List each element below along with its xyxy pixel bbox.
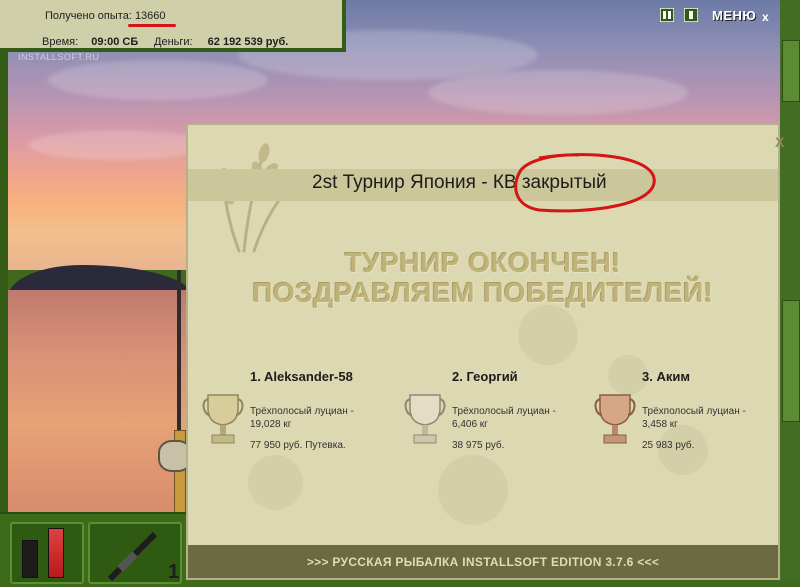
red-circle-annotation (514, 153, 656, 213)
xp-row: Получено опыта: 13660 (45, 10, 166, 22)
dialog-close-button[interactable]: X (775, 134, 784, 150)
tournament-results-dialog: X 2st Турнир Япония - КВ закрытый ТУРНИР… (186, 123, 784, 580)
winner-prize: 38 975 руб. (452, 440, 505, 451)
pause-button[interactable] (659, 7, 675, 23)
winner-prize: 77 950 руб. Путевка. (250, 440, 346, 451)
time-row: Время: 09:00 СБ (42, 36, 138, 48)
svg-text:1: 1 (168, 561, 179, 582)
tournament-finished-headline: ТУРНИР ОКОНЧЕН! (344, 247, 622, 278)
bronze-cup-icon (594, 394, 636, 444)
money-label: Деньги: (154, 36, 193, 48)
time-value: 09:00 СБ (91, 36, 139, 48)
player-info-panel: Получено опыта: 13660 Время: 09:00 СБ Де… (0, 0, 346, 52)
line-tension-meter (22, 540, 38, 578)
winner-name: 1. Aleksander-58 (250, 369, 353, 384)
winner-prize: 25 983 руб. (642, 440, 695, 451)
winner-name: 2. Георгий (452, 369, 518, 384)
money-value: 62 192 539 руб. (207, 36, 289, 48)
watermark: INSTALLSOFT.RU (18, 52, 100, 62)
tension-meter-box (10, 522, 84, 584)
rod-slot-icon: 1 (107, 531, 179, 583)
gold-cup-icon (202, 394, 244, 444)
lake-water (8, 290, 193, 512)
congratulations-headline: ПОЗДРАВЛЯЕМ ПОБЕДИТЕЛЕЙ! (252, 277, 714, 308)
pause-icon (659, 7, 675, 23)
xp-annotation-underline (128, 24, 176, 27)
winner-name: 3. Аким (642, 369, 690, 384)
menu-button[interactable]: МЕНЮ (712, 8, 756, 23)
money-row: Деньги: 62 192 539 руб. (154, 36, 288, 48)
time-label: Время: (42, 36, 79, 48)
silver-cup-icon (404, 394, 446, 444)
window-close-button[interactable]: x (762, 10, 769, 24)
winner-fish: Трёхполосый луциан - 3,458 кг (642, 406, 746, 430)
game-version-footer: >>> РУССКАЯ РЫБАЛКА INSTALLSOFT EDITION … (306, 555, 660, 569)
rod-slot[interactable]: 1 (88, 522, 182, 584)
xp-label: Получено опыта: (45, 10, 132, 22)
reel-load-meter (48, 528, 64, 578)
help-icon (683, 7, 699, 23)
help-button[interactable] (683, 7, 699, 23)
xp-value: 13660 (134, 10, 166, 22)
right-panel (780, 0, 800, 580)
bottom-toolbar: 1 (0, 512, 186, 584)
left-frame (0, 0, 8, 580)
winner-fish: Трёхполосый луциан - 19,028 кг (250, 406, 354, 430)
winner-fish: Трёхполосый луциан - 6,406 кг (452, 406, 556, 430)
